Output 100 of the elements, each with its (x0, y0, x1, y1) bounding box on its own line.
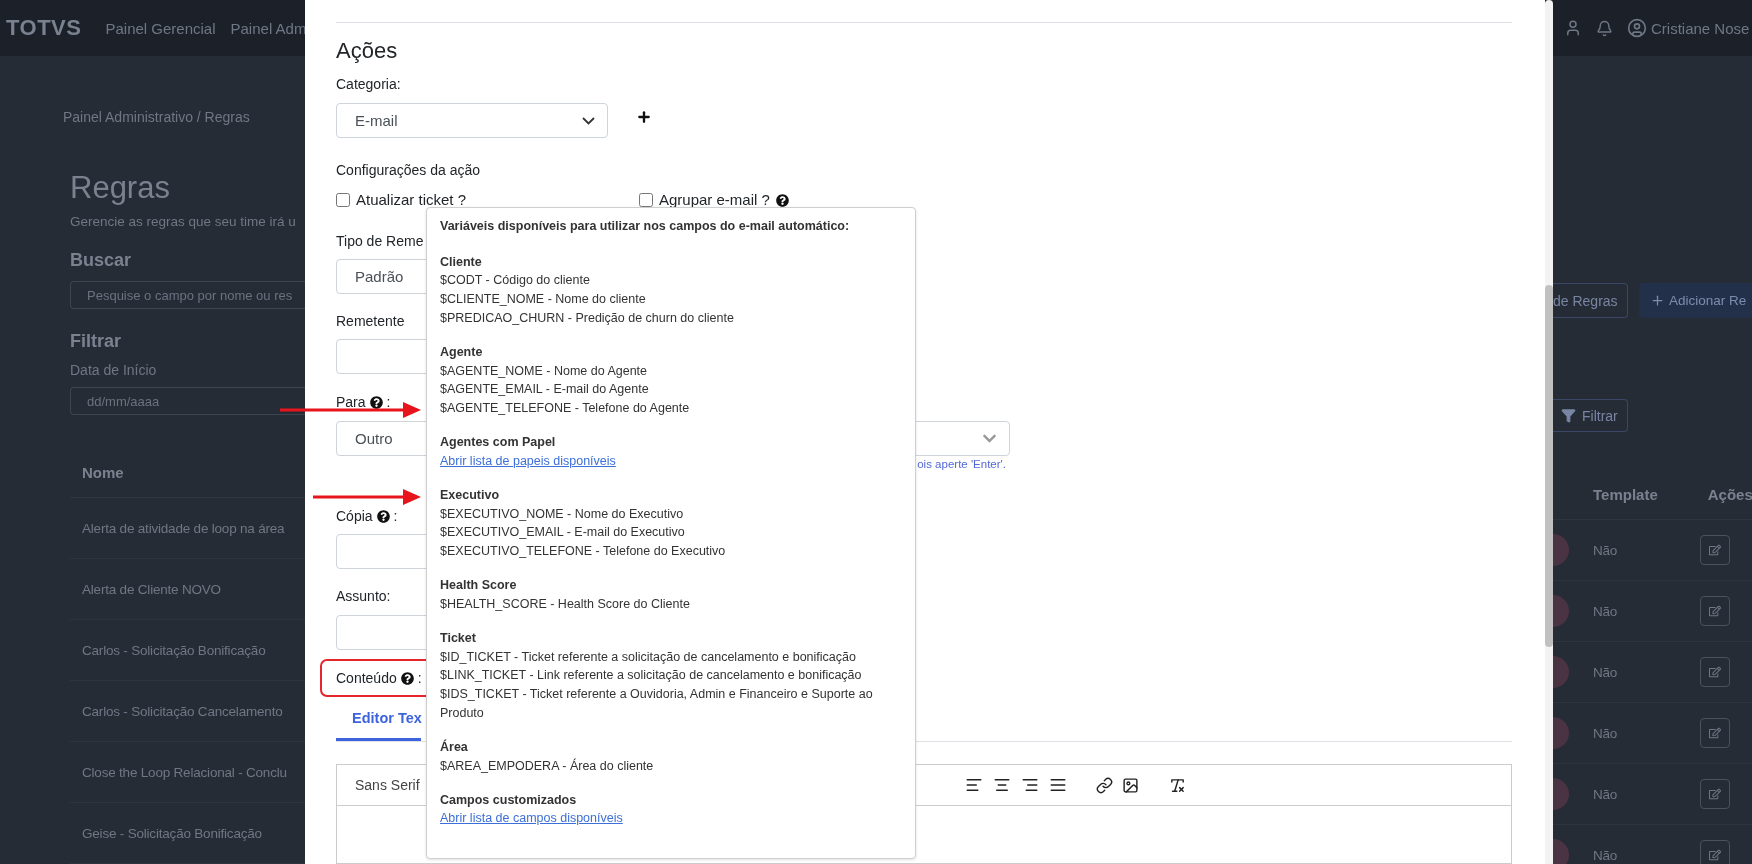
section-title: Ações (336, 37, 399, 65)
label-colon: : (417, 669, 422, 688)
filter-icon (1561, 408, 1576, 423)
column-header: Ações (1707, 486, 1752, 503)
label-colon: : (393, 507, 398, 526)
variable-group-title: Área (440, 738, 468, 756)
help-icon[interactable] (400, 671, 414, 685)
edit-icon (1709, 666, 1722, 678)
list-link[interactable]: Abrir lista de papeis disponíveis (440, 451, 616, 471)
page-subtitle: Gerencie as regras que seu time irá u (70, 214, 297, 229)
avatar-icon (1553, 839, 1570, 864)
avatar-icon[interactable] (1627, 18, 1647, 38)
editor-tab[interactable]: Editor Tex (336, 697, 421, 741)
variable-group-title: Ticket (440, 629, 476, 647)
variable-group-title: Cliente (440, 253, 482, 271)
checkbox-label: Atualizar ticket ? (356, 190, 467, 210)
table-cell: Carlos - Solicitação Cancelamento (82, 703, 283, 719)
help-icon[interactable] (369, 395, 383, 409)
logo[interactable]: TOTVS (6, 15, 82, 41)
field-label: Assunto: (336, 587, 391, 606)
field-label: Categoria: (336, 75, 401, 94)
variable-line: $AGENTE_EMAIL - E-mail do Agente (440, 381, 649, 399)
field-label: Data de Início (70, 362, 158, 378)
field-label: Cópia (336, 507, 373, 526)
field-hint: ois aperte 'Enter'. (917, 458, 1006, 470)
edit-button[interactable] (1700, 657, 1731, 687)
table-cell: Não (1593, 664, 1618, 680)
action-button[interactable]: de Regras (1553, 283, 1628, 318)
list-link[interactable]: Abrir lista de campos disponíveis (440, 809, 623, 828)
edit-button[interactable] (1700, 779, 1731, 809)
variable-group-title: Agentes com Papel (440, 434, 556, 452)
date-field[interactable]: dd/mm/aaaa (70, 387, 305, 415)
table-cell: Close the Loop Relacional - Conclu (82, 764, 287, 780)
avatar-icon (1553, 656, 1570, 688)
table-cell: Alerta de Cliente NOVO (82, 581, 221, 597)
help-icon[interactable] (775, 193, 789, 207)
link-icon[interactable] (1096, 776, 1113, 794)
page-title: Regras (70, 170, 171, 206)
avatar-icon (1553, 595, 1570, 627)
edit-button[interactable] (1700, 840, 1731, 864)
section-heading: Filtrar (70, 331, 122, 352)
variable-group-title: Executivo (440, 486, 500, 504)
edit-icon (1709, 727, 1722, 739)
align-justify-icon[interactable] (1049, 776, 1067, 794)
plus-icon (1650, 293, 1665, 308)
table-cell: Não (1593, 786, 1618, 802)
scrollbar[interactable] (1545, 0, 1553, 864)
action-button[interactable]: Adicionar Re (1639, 283, 1752, 318)
table-cell: Não (1593, 847, 1618, 863)
edit-button[interactable] (1700, 535, 1731, 565)
variable-line: $EXECUTIVO_TELEFONE - Telefone do Executivo (440, 543, 726, 560)
table-cell: Não (1593, 725, 1618, 741)
section-heading: Buscar (70, 250, 133, 271)
image-icon[interactable] (1122, 776, 1139, 794)
edit-button[interactable] (1700, 596, 1731, 626)
checkbox[interactable] (639, 193, 653, 207)
category-select[interactable]: E-mail (336, 103, 608, 138)
add-icon[interactable] (636, 108, 652, 125)
help-icon[interactable] (376, 509, 390, 523)
checkbox-label: Agrupar e-mail ? (659, 190, 770, 210)
user-icon[interactable] (1564, 19, 1582, 37)
nav-link[interactable]: Painel Gerencial (105, 19, 216, 37)
edit-icon (1709, 544, 1722, 556)
label-colon: : (386, 393, 391, 412)
breadcrumb: Painel Administrativo / Regras (63, 109, 251, 125)
variable-line: $HEALTH_SCORE - Health Score do Cliente (440, 595, 690, 613)
scrollbar-thumb[interactable] (1545, 285, 1553, 647)
user-name[interactable]: Cristiane Nose (1651, 19, 1750, 37)
clear-format-icon[interactable] (1169, 776, 1186, 794)
variable-line: $PREDICAO_CHURN - Predição de churn do cliente (440, 309, 734, 327)
checkbox[interactable] (336, 193, 350, 207)
column-header: Template (1593, 486, 1658, 503)
variable-line: $ID_TICKET - Ticket referente a solicitação de cancelamento e bonificação (440, 648, 856, 666)
avatar-icon (1553, 778, 1570, 810)
column-header: Nome (82, 464, 124, 481)
table-cell: Alerta de atividade de loop na área (82, 520, 285, 536)
nav-link[interactable]: Painel Adm (230, 19, 305, 37)
bell-icon[interactable] (1596, 19, 1613, 37)
variable-group-title: Health Score (440, 577, 517, 595)
align-right-icon[interactable] (1021, 776, 1039, 794)
field-label: Tipo de Reme (336, 232, 424, 251)
align-left-icon[interactable] (965, 776, 983, 794)
edit-icon (1709, 849, 1722, 861)
popover-title: Variáveis disponíveis para utilizar nos campos do e-mail automático: (440, 218, 851, 235)
filter-button[interactable]: Filtrar (1553, 399, 1628, 432)
variable-line: $LINK_TICKET - Link referente a solicitação de cancelamento e bonificação (440, 667, 862, 685)
table-cell: Não (1593, 542, 1618, 558)
variable-group-title: Agente (440, 343, 483, 361)
variable-line: $CODT - Código do cliente (440, 272, 590, 290)
chevron-icon (582, 116, 595, 125)
variable-line: $IDS_TICKET - Ticket referente a Ouvidoria, Admin e Financeiro e Suporte ao Produto (440, 686, 874, 722)
avatar-icon (1553, 717, 1570, 749)
variable-group-title: Campos customizados (440, 791, 577, 809)
align-center-icon[interactable] (993, 776, 1011, 794)
edit-button[interactable] (1700, 718, 1731, 748)
variable-line: $EXECUTIVO_NOME - Nome do Executivo (440, 505, 684, 523)
search-field[interactable]: Pesquise o campo por nome ou res (70, 281, 305, 309)
field-label: Para (336, 393, 366, 412)
variable-line: $AGENTE_TELEFONE - Telefone do Agente (440, 400, 690, 417)
field-label: Remetente (336, 312, 405, 331)
